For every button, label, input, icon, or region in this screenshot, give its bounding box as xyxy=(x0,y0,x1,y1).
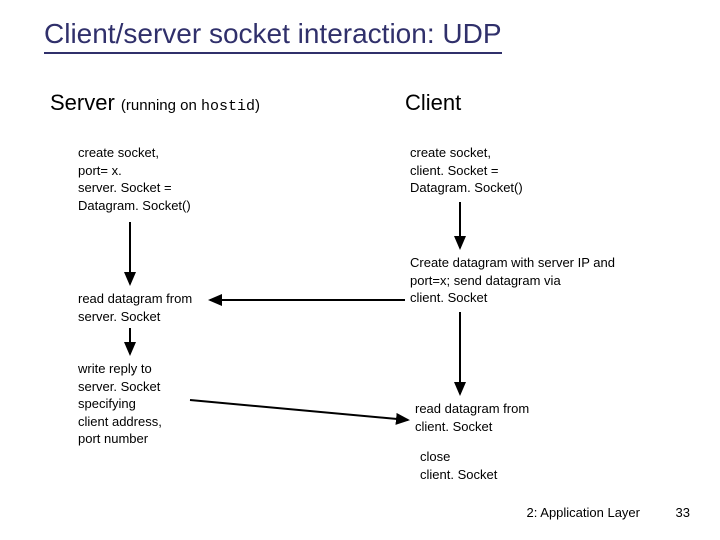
flow-arrows xyxy=(0,0,720,540)
arrow-server-write-to-client-read xyxy=(190,400,408,420)
